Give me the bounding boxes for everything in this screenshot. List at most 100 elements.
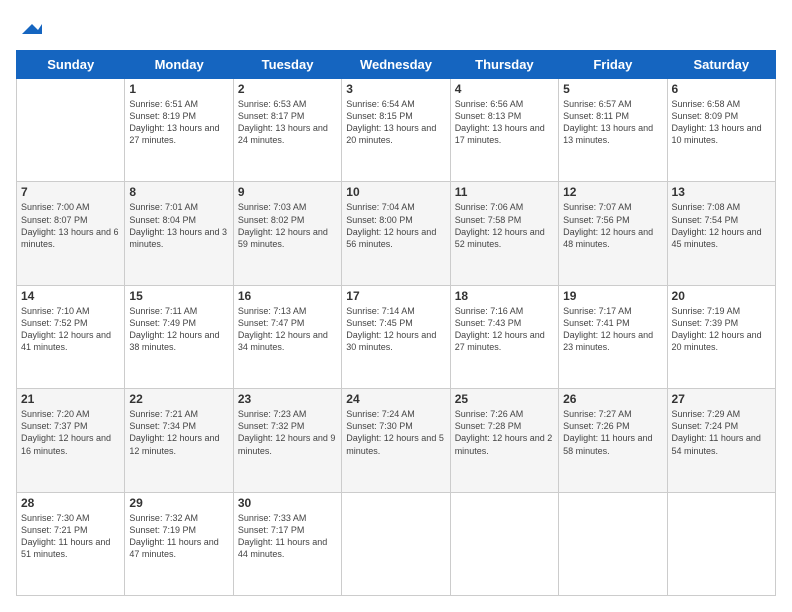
cell-info: Sunrise: 7:17 AMSunset: 7:41 PMDaylight:… <box>563 305 662 354</box>
cell-info: Sunrise: 6:54 AMSunset: 8:15 PMDaylight:… <box>346 98 445 147</box>
cell-info: Sunrise: 7:06 AMSunset: 7:58 PMDaylight:… <box>455 201 554 250</box>
cell-info: Sunrise: 6:56 AMSunset: 8:13 PMDaylight:… <box>455 98 554 147</box>
cell-info: Sunrise: 6:58 AMSunset: 8:09 PMDaylight:… <box>672 98 771 147</box>
calendar-cell: 9 Sunrise: 7:03 AMSunset: 8:02 PMDaylight… <box>233 182 341 285</box>
day-number: 12 <box>563 185 662 199</box>
cell-info: Sunrise: 7:23 AMSunset: 7:32 PMDaylight:… <box>238 408 337 457</box>
day-number: 20 <box>672 289 771 303</box>
day-number: 28 <box>21 496 120 510</box>
cell-info: Sunrise: 7:08 AMSunset: 7:54 PMDaylight:… <box>672 201 771 250</box>
calendar-cell: 23 Sunrise: 7:23 AMSunset: 7:32 PMDayligh… <box>233 389 341 492</box>
calendar-cell: 13 Sunrise: 7:08 AMSunset: 7:54 PMDayligh… <box>667 182 775 285</box>
calendar-cell: 21 Sunrise: 7:20 AMSunset: 7:37 PMDayligh… <box>17 389 125 492</box>
calendar-cell: 7 Sunrise: 7:00 AMSunset: 8:07 PMDaylight… <box>17 182 125 285</box>
calendar-cell <box>17 79 125 182</box>
calendar-cell <box>559 492 667 595</box>
calendar-header-row: SundayMondayTuesdayWednesdayThursdayFrid… <box>17 51 776 79</box>
cell-info: Sunrise: 6:57 AMSunset: 8:11 PMDaylight:… <box>563 98 662 147</box>
calendar-cell: 17 Sunrise: 7:14 AMSunset: 7:45 PMDayligh… <box>342 285 450 388</box>
day-number: 19 <box>563 289 662 303</box>
cell-info: Sunrise: 7:14 AMSunset: 7:45 PMDaylight:… <box>346 305 445 354</box>
logo <box>16 16 42 40</box>
cell-info: Sunrise: 7:30 AMSunset: 7:21 PMDaylight:… <box>21 512 120 561</box>
calendar-week-row: 28 Sunrise: 7:30 AMSunset: 7:21 PMDayligh… <box>17 492 776 595</box>
calendar-week-row: 21 Sunrise: 7:20 AMSunset: 7:37 PMDayligh… <box>17 389 776 492</box>
day-number: 10 <box>346 185 445 199</box>
day-number: 1 <box>129 82 228 96</box>
day-header-sunday: Sunday <box>17 51 125 79</box>
day-header-friday: Friday <box>559 51 667 79</box>
cell-info: Sunrise: 7:03 AMSunset: 8:02 PMDaylight:… <box>238 201 337 250</box>
day-number: 17 <box>346 289 445 303</box>
cell-info: Sunrise: 6:53 AMSunset: 8:17 PMDaylight:… <box>238 98 337 147</box>
cell-info: Sunrise: 7:00 AMSunset: 8:07 PMDaylight:… <box>21 201 120 250</box>
day-number: 6 <box>672 82 771 96</box>
calendar-cell: 14 Sunrise: 7:10 AMSunset: 7:52 PMDayligh… <box>17 285 125 388</box>
calendar-cell: 25 Sunrise: 7:26 AMSunset: 7:28 PMDayligh… <box>450 389 558 492</box>
day-number: 22 <box>129 392 228 406</box>
cell-info: Sunrise: 7:11 AMSunset: 7:49 PMDaylight:… <box>129 305 228 354</box>
cell-info: Sunrise: 7:01 AMSunset: 8:04 PMDaylight:… <box>129 201 228 250</box>
cell-info: Sunrise: 7:16 AMSunset: 7:43 PMDaylight:… <box>455 305 554 354</box>
calendar-cell: 26Sunrise: 7:27 AMSunset: 7:26 PMDayligh… <box>559 389 667 492</box>
page: SundayMondayTuesdayWednesdayThursdayFrid… <box>0 0 792 612</box>
cell-info: Sunrise: 7:13 AMSunset: 7:47 PMDaylight:… <box>238 305 337 354</box>
calendar-cell: 2 Sunrise: 6:53 AMSunset: 8:17 PMDaylight… <box>233 79 341 182</box>
cell-info: Sunrise: 7:29 AMSunset: 7:24 PMDaylight:… <box>672 408 771 457</box>
calendar-cell: 19 Sunrise: 7:17 AMSunset: 7:41 PMDayligh… <box>559 285 667 388</box>
day-number: 16 <box>238 289 337 303</box>
calendar-cell <box>450 492 558 595</box>
day-header-thursday: Thursday <box>450 51 558 79</box>
calendar-cell: 29Sunrise: 7:32 AMSunset: 7:19 PMDayligh… <box>125 492 233 595</box>
day-number: 14 <box>21 289 120 303</box>
cell-info: Sunrise: 7:32 AMSunset: 7:19 PMDaylight:… <box>129 512 228 561</box>
day-number: 5 <box>563 82 662 96</box>
cell-info: Sunrise: 7:10 AMSunset: 7:52 PMDaylight:… <box>21 305 120 354</box>
calendar-cell: 20 Sunrise: 7:19 AMSunset: 7:39 PMDayligh… <box>667 285 775 388</box>
cell-info: Sunrise: 7:33 AMSunset: 7:17 PMDaylight:… <box>238 512 337 561</box>
day-header-monday: Monday <box>125 51 233 79</box>
cell-info: Sunrise: 7:19 AMSunset: 7:39 PMDaylight:… <box>672 305 771 354</box>
day-number: 30 <box>238 496 337 510</box>
calendar-table: SundayMondayTuesdayWednesdayThursdayFrid… <box>16 50 776 596</box>
cell-info: Sunrise: 7:20 AMSunset: 7:37 PMDaylight:… <box>21 408 120 457</box>
day-header-wednesday: Wednesday <box>342 51 450 79</box>
cell-info: Sunrise: 7:26 AMSunset: 7:28 PMDaylight:… <box>455 408 554 457</box>
day-number: 18 <box>455 289 554 303</box>
day-number: 8 <box>129 185 228 199</box>
calendar-cell: 1 Sunrise: 6:51 AMSunset: 8:19 PMDaylight… <box>125 79 233 182</box>
cell-info: Sunrise: 7:07 AMSunset: 7:56 PMDaylight:… <box>563 201 662 250</box>
calendar-cell: 18 Sunrise: 7:16 AMSunset: 7:43 PMDayligh… <box>450 285 558 388</box>
cell-info: Sunrise: 7:27 AMSunset: 7:26 PMDaylight:… <box>563 408 662 457</box>
calendar-cell: 12 Sunrise: 7:07 AMSunset: 7:56 PMDayligh… <box>559 182 667 285</box>
calendar-cell: 30 Sunrise: 7:33 AMSunset: 7:17 PMDayligh… <box>233 492 341 595</box>
logo-text <box>16 16 42 40</box>
day-number: 25 <box>455 392 554 406</box>
day-number: 21 <box>21 392 120 406</box>
cell-info: Sunrise: 7:24 AMSunset: 7:30 PMDaylight:… <box>346 408 445 457</box>
day-number: 15 <box>129 289 228 303</box>
calendar-cell: 10 Sunrise: 7:04 AMSunset: 8:00 PMDayligh… <box>342 182 450 285</box>
calendar-cell: 15 Sunrise: 7:11 AMSunset: 7:49 PMDayligh… <box>125 285 233 388</box>
calendar-cell <box>667 492 775 595</box>
day-number: 13 <box>672 185 771 199</box>
calendar-cell: 16 Sunrise: 7:13 AMSunset: 7:47 PMDayligh… <box>233 285 341 388</box>
day-number: 23 <box>238 392 337 406</box>
cell-info: Sunrise: 7:04 AMSunset: 8:00 PMDaylight:… <box>346 201 445 250</box>
day-header-saturday: Saturday <box>667 51 775 79</box>
day-number: 27 <box>672 392 771 406</box>
calendar-cell: 5 Sunrise: 6:57 AMSunset: 8:11 PMDaylight… <box>559 79 667 182</box>
calendar-cell: 11Sunrise: 7:06 AMSunset: 7:58 PMDayligh… <box>450 182 558 285</box>
header <box>16 16 776 40</box>
day-number: 9 <box>238 185 337 199</box>
calendar-cell: 3 Sunrise: 6:54 AMSunset: 8:15 PMDaylight… <box>342 79 450 182</box>
calendar-cell: 28 Sunrise: 7:30 AMSunset: 7:21 PMDayligh… <box>17 492 125 595</box>
calendar-week-row: 7 Sunrise: 7:00 AMSunset: 8:07 PMDaylight… <box>17 182 776 285</box>
day-number: 7 <box>21 185 120 199</box>
day-number: 2 <box>238 82 337 96</box>
calendar-cell: 22Sunrise: 7:21 AMSunset: 7:34 PMDayligh… <box>125 389 233 492</box>
logo-icon <box>18 16 42 40</box>
cell-info: Sunrise: 6:51 AMSunset: 8:19 PMDaylight:… <box>129 98 228 147</box>
day-header-tuesday: Tuesday <box>233 51 341 79</box>
day-number: 3 <box>346 82 445 96</box>
